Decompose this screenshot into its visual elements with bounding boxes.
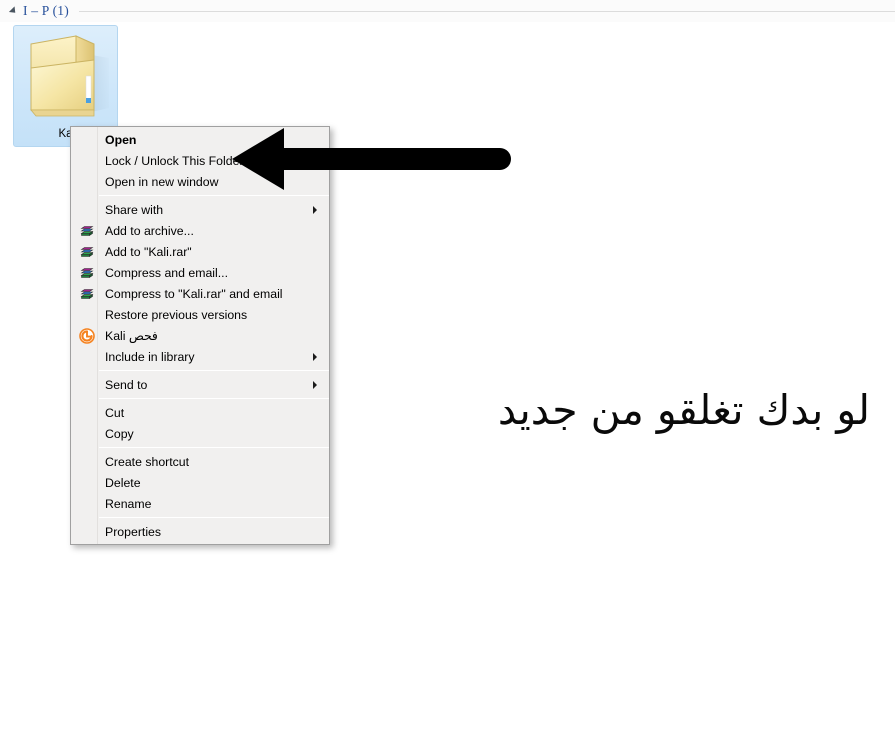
explorer-window: I – P (1) Ka Open Lock / Unlock This Fol…: [0, 0, 895, 743]
menu-item-restore-previous-versions[interactable]: Restore previous versions: [71, 304, 329, 325]
menu-item-label: Copy: [105, 426, 134, 441]
menu-separator: [99, 195, 329, 196]
menu-item-label: Restore previous versions: [105, 307, 248, 322]
menu-item-properties[interactable]: Properties: [71, 521, 329, 542]
menu-item-label: Rename: [105, 496, 152, 511]
menu-item-label: Add to archive...: [105, 223, 194, 238]
menu-item-create-shortcut[interactable]: Create shortcut: [71, 451, 329, 472]
open-folder-icon: [14, 30, 117, 122]
menu-item-label: Share with: [105, 202, 164, 217]
menu-item-label: Lock / Unlock This Folder: [105, 153, 244, 168]
menu-item-scan-kali[interactable]: فحص Kali: [71, 325, 329, 346]
menu-item-open-in-new-window[interactable]: Open in new window: [71, 171, 329, 192]
menu-item-open[interactable]: Open: [71, 129, 329, 150]
menu-item-send-to[interactable]: Send to: [71, 374, 329, 395]
menu-item-label: Delete: [105, 475, 141, 490]
group-header[interactable]: I – P (1): [0, 0, 895, 22]
winrar-books-icon: [79, 244, 95, 260]
group-header-rule: [78, 10, 895, 12]
menu-item-compress-to-kali-rar-and-email[interactable]: Compress to "Kali.rar" and email: [71, 283, 329, 304]
avast-scan-icon: [79, 327, 95, 344]
menu-item-include-in-library[interactable]: Include in library: [71, 346, 329, 367]
menu-separator: [99, 398, 329, 399]
chevron-right-icon: [313, 352, 317, 361]
menu-item-copy[interactable]: Copy: [71, 423, 329, 444]
menu-item-delete[interactable]: Delete: [71, 472, 329, 493]
group-header-title: I – P (1): [23, 3, 69, 18]
menu-item-add-to-archive[interactable]: Add to archive...: [71, 220, 329, 241]
menu-item-label: Open: [105, 132, 137, 147]
chevron-right-icon: [313, 205, 317, 214]
menu-item-label: Open in new window: [105, 174, 219, 189]
menu-separator: [99, 517, 329, 518]
menu-item-label: فحص Kali: [105, 328, 158, 343]
context-menu: Open Lock / Unlock This Folder Open in n…: [70, 126, 330, 545]
menu-separator: [99, 370, 329, 371]
menu-item-label: Create shortcut: [105, 454, 190, 469]
menu-item-share-with[interactable]: Share with: [71, 199, 329, 220]
menu-item-label: Include in library: [105, 349, 195, 364]
menu-item-lock-unlock-this-folder[interactable]: Lock / Unlock This Folder: [71, 150, 329, 171]
menu-item-label: Properties: [105, 524, 162, 539]
menu-item-label: Cut: [105, 405, 125, 420]
menu-separator: [99, 447, 329, 448]
winrar-books-icon: [79, 286, 95, 302]
chevron-right-icon: [313, 380, 317, 389]
menu-item-add-to-kali-rar[interactable]: Add to "Kali.rar": [71, 241, 329, 262]
triangle-collapse-icon[interactable]: [8, 6, 19, 16]
menu-item-cut[interactable]: Cut: [71, 402, 329, 423]
arabic-annotation-caption: لو بدك تغلقو من جديد: [497, 386, 870, 434]
menu-item-label: Send to: [105, 377, 148, 392]
winrar-books-icon: [79, 223, 95, 239]
menu-item-rename[interactable]: Rename: [71, 493, 329, 514]
winrar-books-icon: [79, 265, 95, 281]
menu-item-label: Compress to "Kali.rar" and email: [105, 286, 283, 301]
menu-item-compress-and-email[interactable]: Compress and email...: [71, 262, 329, 283]
menu-item-label: Add to "Kali.rar": [105, 244, 192, 259]
menu-item-label: Compress and email...: [105, 265, 229, 280]
